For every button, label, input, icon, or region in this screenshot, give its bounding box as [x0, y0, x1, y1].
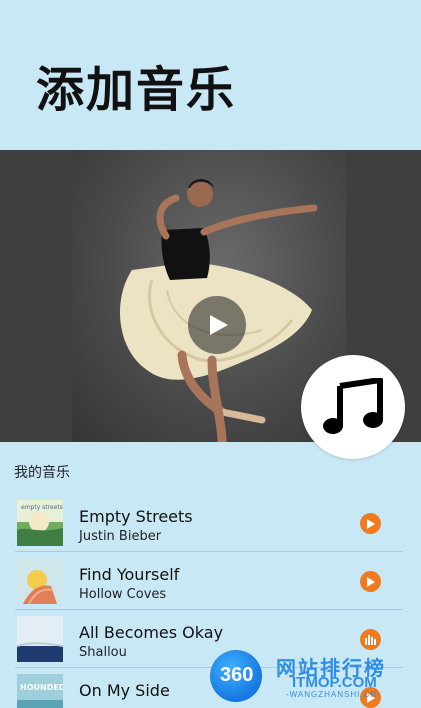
play-icon [367, 692, 375, 703]
play-icon [367, 518, 375, 529]
section-label: 我的音乐 [14, 465, 70, 481]
track-row[interactable]: All Becomes Okay Shallou [15, 610, 403, 668]
track-play-button[interactable] [360, 513, 381, 534]
track-name: All Becomes Okay [79, 623, 224, 642]
album-cover-text: empty streets [21, 504, 63, 511]
header: 添加音乐 [0, 0, 421, 150]
music-note-icon [323, 378, 383, 434]
track-artist: Justin Bieber [79, 529, 162, 544]
track-artist: Shallou [79, 645, 127, 660]
album-cover: empty streets [17, 500, 63, 546]
add-music-button[interactable] [301, 355, 405, 459]
album-cover-text: HOUNDED [20, 683, 63, 692]
play-icon [210, 315, 228, 335]
track-name: Find Yourself [79, 565, 180, 584]
track-row[interactable]: empty streets Empty Streets Justin Biebe… [15, 494, 403, 552]
equalizer-icon [365, 634, 376, 645]
page-title: 添加音乐 [36, 62, 237, 118]
track-artist: Hollow Coves [79, 587, 167, 602]
track-row[interactable]: HOUNDED On My Side [15, 668, 403, 708]
track-play-button[interactable] [360, 687, 381, 708]
track-name: On My Side [79, 681, 170, 700]
track-playing-indicator[interactable] [360, 629, 381, 650]
play-button[interactable] [188, 296, 246, 354]
track-list: empty streets Empty Streets Justin Biebe… [15, 494, 403, 708]
track-play-button[interactable] [360, 571, 381, 592]
album-cover: HOUNDED [17, 674, 63, 708]
album-cover [17, 558, 63, 604]
album-cover [17, 616, 63, 662]
track-row[interactable]: Find Yourself Hollow Coves [15, 552, 403, 610]
track-name: Empty Streets [79, 507, 193, 526]
play-icon [367, 576, 375, 587]
